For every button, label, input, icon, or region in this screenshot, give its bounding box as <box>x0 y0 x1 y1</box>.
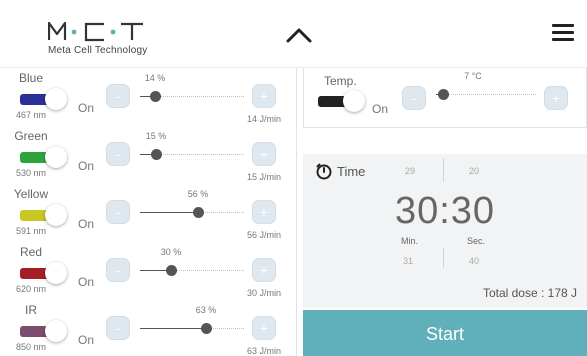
wheel-divider <box>443 158 444 182</box>
temp-slider[interactable]: 7 °C <box>436 71 536 100</box>
chevron-up-icon[interactable] <box>284 24 314 46</box>
light-wavelength: 467 nm <box>15 110 47 120</box>
light-percent: 56 % <box>187 189 209 199</box>
wheel-divider <box>443 248 444 268</box>
light-on-label: On <box>78 159 95 173</box>
light-dose-rate: 63 J/min <box>246 346 281 356</box>
light-name: IR <box>25 303 37 317</box>
light-intensity-slider[interactable]: 30 % <box>140 247 244 276</box>
light-toggle[interactable] <box>20 146 70 168</box>
light-dose-rate: 56 J/min <box>246 230 281 240</box>
seconds-unit-label: Sec. <box>467 236 486 246</box>
light-decrease-button[interactable]: - <box>106 258 130 282</box>
light-toggle-knob <box>45 88 67 110</box>
light-toggle-knob <box>45 320 67 342</box>
temp-on-label: On <box>372 102 389 116</box>
temp-label: Temp. <box>324 74 357 88</box>
start-button[interactable]: Start <box>303 310 587 356</box>
mct-logo: Meta Cell Technology <box>48 20 188 60</box>
minutes-unit-label: Min. <box>401 236 419 246</box>
light-toggle[interactable] <box>20 88 70 110</box>
light-name: Yellow <box>13 187 49 201</box>
minutes-next[interactable]: 31 <box>403 256 413 266</box>
minutes-previous[interactable]: 29 <box>405 166 415 176</box>
light-decrease-button[interactable]: - <box>106 142 130 166</box>
light-on-label: On <box>78 217 95 231</box>
light-row-green: Green On 530 nm - 15 % + 15 J/min <box>0 126 297 184</box>
light-intensity-slider[interactable]: 14 % <box>140 73 244 102</box>
slider-fill <box>140 328 206 329</box>
temp-increase-button[interactable]: + <box>544 86 568 110</box>
light-row-red: Red On 620 nm - 30 % + 30 J/min <box>0 242 297 300</box>
total-dose: Total dose : 178 J <box>482 286 577 300</box>
light-on-label: On <box>78 333 95 347</box>
light-percent: 63 % <box>195 305 217 315</box>
light-dose-rate: 14 J/min <box>246 114 281 124</box>
light-decrease-button[interactable]: - <box>106 200 130 224</box>
light-toggle[interactable] <box>20 320 70 342</box>
light-toggle[interactable] <box>20 262 70 284</box>
light-increase-button[interactable]: + <box>252 316 276 340</box>
seconds-next[interactable]: 40 <box>469 256 479 266</box>
temp-decrease-button[interactable]: - <box>402 86 426 110</box>
temp-toggle[interactable] <box>318 90 368 112</box>
light-wavelength: 530 nm <box>15 168 47 178</box>
slider-thumb[interactable] <box>166 265 177 276</box>
slider-thumb[interactable] <box>151 149 162 160</box>
timer-card: Time 29 20 30:30 Min. Sec. 31 40 Total d… <box>303 154 587 308</box>
logo-subtitle: Meta Cell Technology <box>48 45 148 56</box>
temp-slider-thumb[interactable] <box>438 89 449 100</box>
light-percent: 15 % <box>145 131 167 141</box>
slider-thumb[interactable] <box>193 207 204 218</box>
light-on-label: On <box>78 275 95 289</box>
light-dose-rate: 15 J/min <box>246 172 281 182</box>
light-name: Red <box>19 245 42 259</box>
light-increase-button[interactable]: + <box>252 142 276 166</box>
light-intensity-slider[interactable]: 56 % <box>140 189 244 218</box>
light-toggle-knob <box>45 262 67 284</box>
light-toggle-knob <box>45 146 67 168</box>
light-percent: 14 % <box>144 73 166 83</box>
light-increase-button[interactable]: + <box>252 84 276 108</box>
mct-logo-mark <box>48 21 143 42</box>
light-toggle-knob <box>45 204 67 226</box>
light-dose-rate: 30 J/min <box>246 288 281 298</box>
light-wavelength: 850 nm <box>15 342 47 352</box>
temp-value: 7 °C <box>464 71 482 81</box>
light-increase-button[interactable]: + <box>252 200 276 224</box>
light-row-yellow: Yellow On 591 nm - 56 % + 56 J/min <box>0 184 297 242</box>
slider-thumb[interactable] <box>201 323 212 334</box>
light-channels-panel: Blue On 467 nm - 14 % + 14 J/min Green O… <box>0 68 297 356</box>
app-header: Meta Cell Technology <box>0 0 587 68</box>
light-increase-button[interactable]: + <box>252 258 276 282</box>
light-percent: 30 % <box>160 247 182 257</box>
temp-toggle-knob <box>343 90 365 112</box>
light-toggle[interactable] <box>20 204 70 226</box>
light-name: Blue <box>18 71 44 85</box>
light-row-blue: Blue On 467 nm - 14 % + 14 J/min <box>0 68 297 126</box>
light-row-ir: IR On 850 nm - 63 % + 63 J/min <box>0 300 297 356</box>
seconds-previous[interactable]: 20 <box>469 166 479 176</box>
light-on-label: On <box>78 101 95 115</box>
slider-thumb[interactable] <box>150 91 161 102</box>
stopwatch-icon <box>316 163 332 180</box>
time-display[interactable]: 30:30 <box>303 190 587 233</box>
hamburger-menu-icon[interactable] <box>552 22 574 42</box>
light-intensity-slider[interactable]: 63 % <box>140 305 244 334</box>
time-label: Time <box>337 164 366 179</box>
light-wavelength: 591 nm <box>15 226 47 236</box>
light-decrease-button[interactable]: - <box>106 316 130 340</box>
light-intensity-slider[interactable]: 15 % <box>140 131 244 160</box>
slider-fill <box>140 212 198 213</box>
temperature-card: Temp. On - 7 °C + <box>303 68 587 128</box>
light-decrease-button[interactable]: - <box>106 84 130 108</box>
light-wavelength: 620 nm <box>15 284 47 294</box>
light-name: Green <box>14 129 48 143</box>
